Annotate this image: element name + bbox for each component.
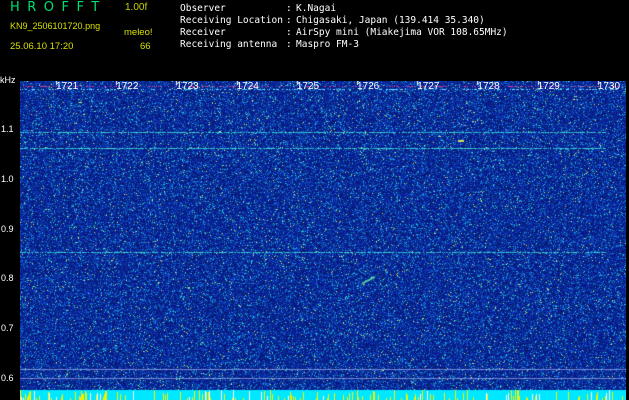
location-label: Receiving Location (180, 15, 283, 26)
count-label: 66 (140, 41, 151, 52)
antenna-label: Receiving antenna (180, 39, 278, 50)
spectrogram-plot[interactable] (20, 81, 626, 400)
x-tick-label: 1722 (116, 81, 139, 92)
receiver-value: AirSpy mini (Miakejima VOR 108.65MHz) (296, 27, 508, 38)
observer-label: Observer (180, 3, 226, 14)
receiver-label: Receiver (180, 27, 226, 38)
meta-colon: : (286, 3, 292, 14)
version-label: 1.00f (125, 2, 148, 13)
x-tick-label: 1729 (537, 81, 560, 92)
x-tick-label: 1724 (236, 81, 259, 92)
y-tick-label: 0.8 (1, 273, 14, 284)
antenna-value: Maspro FM-3 (296, 39, 359, 50)
x-tick-label: 1726 (357, 81, 380, 92)
y-tick-label: 0.6 (1, 373, 14, 383)
meta-colon: : (286, 15, 292, 26)
file-name: KN9_2506101720.png (10, 21, 101, 31)
datetime-label: 25.06.10 17:20 (10, 41, 74, 52)
y-tick-label: 0.7 (1, 323, 14, 334)
meta-colon: : (286, 39, 292, 50)
meta-colon: : (286, 27, 292, 38)
spectrogram-canvas[interactable] (20, 81, 626, 400)
location-value: Chigasaki, Japan (139.414 35.340) (296, 15, 485, 26)
y-tick-label: 0.9 (1, 223, 14, 234)
y-tick-label: 1.0 (1, 173, 14, 184)
observer-value: K.Nagai (296, 3, 337, 14)
header-panel: HROFFT 1.00f KN9_2506101720.png meleo! 2… (0, 0, 629, 81)
mode-label: meleo! (124, 27, 153, 38)
x-tick-label: 1721 (56, 81, 79, 92)
x-tick-label: 1727 (417, 81, 440, 92)
app-title: HROFFT (10, 0, 107, 15)
y-axis: 1.1 1.0 0.9 0.8 0.7 0.6 (0, 73, 20, 400)
x-tick-label: 1723 (176, 81, 199, 92)
x-tick-label: 1725 (296, 81, 320, 92)
x-tick-label: 1730 (597, 81, 621, 92)
x-tick-label: 1728 (477, 81, 500, 92)
y-tick-label: 1.1 (1, 124, 14, 134)
